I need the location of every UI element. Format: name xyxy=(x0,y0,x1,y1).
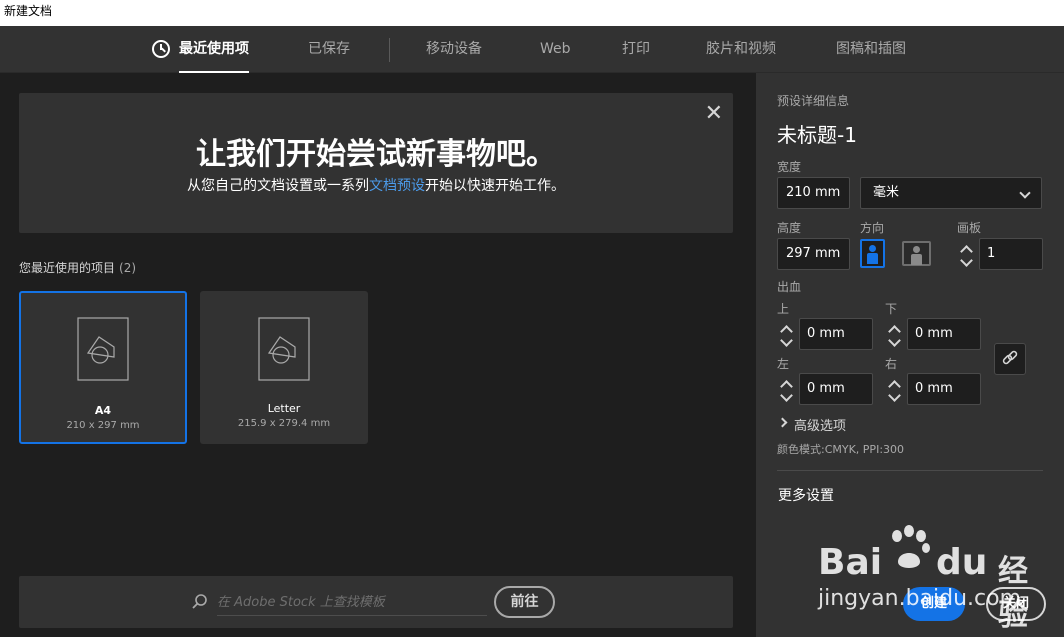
preset-card-letter[interactable]: Letter 215.9 x 279.4 mm xyxy=(200,291,368,444)
preset-details-panel: 预设详细信息 未标题-1 宽度 210 mm 毫米 高度 方向 画板 297 m… xyxy=(756,73,1064,637)
clock-icon xyxy=(152,40,170,58)
width-label: 宽度 xyxy=(777,160,802,174)
link-bleed-button[interactable] xyxy=(994,343,1026,375)
stock-search-input[interactable] xyxy=(217,590,487,616)
recent-items-label: 您最近使用的项目 xyxy=(19,261,116,275)
tab-saved[interactable]: 已保存 xyxy=(308,26,350,73)
units-select[interactable]: 毫米 xyxy=(860,177,1042,209)
recent-items-count: (2) xyxy=(119,261,137,275)
bleed-top-label: 上 xyxy=(777,302,790,316)
banner-title: 让我们开始尝试新事物吧。 xyxy=(196,137,556,172)
chevron-down-icon xyxy=(1019,187,1031,199)
divider xyxy=(777,470,1043,471)
tab-recent-label: 最近使用项 xyxy=(179,41,249,57)
width-input[interactable]: 210 mm xyxy=(777,177,850,209)
bleed-left-input[interactable]: 0 mm xyxy=(799,373,873,405)
document-shapes-icon xyxy=(258,317,310,381)
preset-size: 210 x 297 mm xyxy=(66,420,140,431)
bleed-left-stepper: 0 mm xyxy=(777,373,873,405)
artboards-label: 画板 xyxy=(957,221,982,235)
bleed-bottom-label: 下 xyxy=(885,302,898,316)
advanced-options-toggle[interactable]: 高级选项 xyxy=(777,415,847,434)
document-name-field[interactable]: 未标题-1 xyxy=(777,119,857,148)
person-icon xyxy=(913,246,920,253)
landscape-orientation-button[interactable] xyxy=(902,241,931,266)
up-down-arrows-icon[interactable] xyxy=(777,318,797,350)
preset-name: Letter xyxy=(267,402,301,415)
bleed-bottom-input[interactable]: 0 mm xyxy=(907,318,981,350)
link-icon xyxy=(1002,350,1018,365)
close-icon[interactable]: ✕ xyxy=(705,101,723,126)
artboards-input[interactable]: 1 xyxy=(979,238,1043,270)
close-button[interactable]: 关闭 xyxy=(986,587,1046,621)
tab-print[interactable]: 打印 xyxy=(622,26,650,73)
bleed-right-label: 右 xyxy=(885,357,898,371)
tab-recent[interactable]: 最近使用项 xyxy=(152,26,249,73)
create-button[interactable]: 创建 xyxy=(903,587,965,621)
window-title: 新建文档 xyxy=(0,0,1064,26)
banner-subtitle: 从您自己的文档设置或一系列文档预设开始以快速开始工作。 xyxy=(19,175,733,195)
height-input[interactable]: 297 mm xyxy=(777,238,850,270)
bleed-top-input[interactable]: 0 mm xyxy=(799,318,873,350)
portrait-orientation-button[interactable] xyxy=(860,239,885,268)
up-down-arrows-icon[interactable] xyxy=(777,373,797,405)
banner-sub-after: 开始以快速开始工作。 xyxy=(425,178,565,194)
bleed-right-stepper: 0 mm xyxy=(885,373,981,405)
color-mode-info: 颜色模式:CMYK, PPI:300 xyxy=(777,443,905,456)
artboards-stepper: 1 xyxy=(957,238,1043,270)
more-settings-button[interactable]: 更多设置 xyxy=(778,485,834,505)
tab-art-illustration[interactable]: 图稿和插图 xyxy=(836,26,906,73)
bleed-label: 出血 xyxy=(777,280,802,294)
preset-card-a4[interactable]: A4 210 x 297 mm xyxy=(19,291,187,444)
orientation-label: 方向 xyxy=(860,221,885,235)
presets-panel: 让我们开始尝试新事物吧。 从您自己的文档设置或一系列文档预设开始以快速开始工作。… xyxy=(0,73,756,637)
document-shapes-icon xyxy=(77,317,129,381)
bleed-top-stepper: 0 mm xyxy=(777,318,873,350)
go-button[interactable]: 前往 xyxy=(494,586,555,618)
tab-mobile[interactable]: 移动设备 xyxy=(426,26,482,73)
document-presets-link[interactable]: 文档预设 xyxy=(369,178,425,194)
person-icon xyxy=(869,245,876,252)
units-select-value: 毫米 xyxy=(873,185,900,200)
banner-sub-before: 从您自己的文档设置或一系列 xyxy=(187,178,369,194)
chevron-right-icon xyxy=(777,417,788,428)
bleed-right-input[interactable]: 0 mm xyxy=(907,373,981,405)
tab-divider xyxy=(389,38,390,62)
bleed-left-label: 左 xyxy=(777,357,790,371)
search-icon xyxy=(192,594,207,609)
height-label: 高度 xyxy=(777,221,802,235)
preset-details-header: 预设详细信息 xyxy=(777,94,850,108)
up-down-arrows-icon[interactable] xyxy=(885,318,905,350)
category-tabbar: 最近使用项 已保存 移动设备 Web 打印 胶片和视频 图稿和插图 xyxy=(0,26,1064,73)
preset-name: A4 xyxy=(94,404,112,417)
tab-film-video[interactable]: 胶片和视频 xyxy=(706,26,776,73)
up-down-arrows-icon[interactable] xyxy=(885,373,905,405)
recent-items-heading: 您最近使用的项目 (2) xyxy=(19,259,136,276)
advanced-options-label: 高级选项 xyxy=(794,419,847,434)
bleed-bottom-stepper: 0 mm xyxy=(885,318,981,350)
adobe-stock-search-bar: 前往 xyxy=(19,576,733,628)
up-down-arrows-icon[interactable] xyxy=(957,238,977,270)
welcome-banner: 让我们开始尝试新事物吧。 从您自己的文档设置或一系列文档预设开始以快速开始工作。… xyxy=(19,93,733,233)
tab-web[interactable]: Web xyxy=(540,26,571,73)
preset-size: 215.9 x 279.4 mm xyxy=(237,418,331,429)
